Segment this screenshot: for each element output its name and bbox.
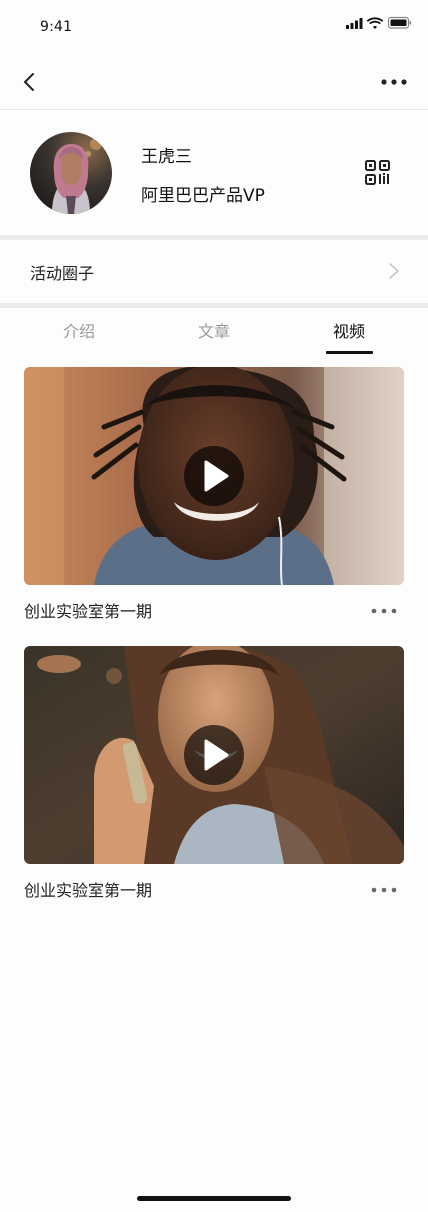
tab-videos[interactable]: 视频 xyxy=(309,318,389,342)
chevron-right-icon xyxy=(389,263,399,279)
back-button[interactable] xyxy=(18,70,42,94)
status-time: 9:41 xyxy=(40,19,73,35)
activity-circle-row[interactable]: 活动圈子 xyxy=(0,240,428,303)
active-tab-indicator xyxy=(326,351,373,354)
nav-bar xyxy=(0,54,428,110)
profile-header: 王虎三 阿里巴巴产品VP xyxy=(0,110,428,235)
video-more-button[interactable] xyxy=(370,886,398,894)
wifi-icon xyxy=(366,17,384,29)
battery-icon xyxy=(387,16,412,29)
avatar[interactable] xyxy=(30,132,112,214)
profile-title: 阿里巴巴产品VP xyxy=(141,186,265,206)
more-options-button[interactable] xyxy=(380,74,408,90)
home-indicator[interactable] xyxy=(137,1196,291,1201)
play-button[interactable] xyxy=(184,725,244,785)
tab-intro[interactable]: 介绍 xyxy=(39,318,119,342)
play-button[interactable] xyxy=(184,446,244,506)
profile-name: 王虎三 xyxy=(141,147,192,167)
more-horizontal-icon xyxy=(371,887,397,893)
signal-icon xyxy=(346,18,363,29)
tab-articles[interactable]: 文章 xyxy=(174,318,254,342)
video-card[interactable]: 创业实验室第一期 xyxy=(24,640,404,900)
video-more-button[interactable] xyxy=(370,607,398,615)
video-title: 创业实验室第一期 xyxy=(24,602,153,621)
more-horizontal-icon xyxy=(371,608,397,614)
status-bar: 9:41 xyxy=(0,0,428,54)
tab-bar: 介绍 文章 视频 xyxy=(0,308,428,354)
video-card[interactable]: 创业实验室第一期 xyxy=(24,364,404,621)
more-horizontal-icon xyxy=(381,79,407,85)
qr-code-button[interactable] xyxy=(364,159,391,186)
chevron-left-icon xyxy=(24,73,34,91)
status-icons xyxy=(346,16,412,29)
activity-circle-label: 活动圈子 xyxy=(30,264,95,283)
video-title: 创业实验室第一期 xyxy=(24,881,153,900)
